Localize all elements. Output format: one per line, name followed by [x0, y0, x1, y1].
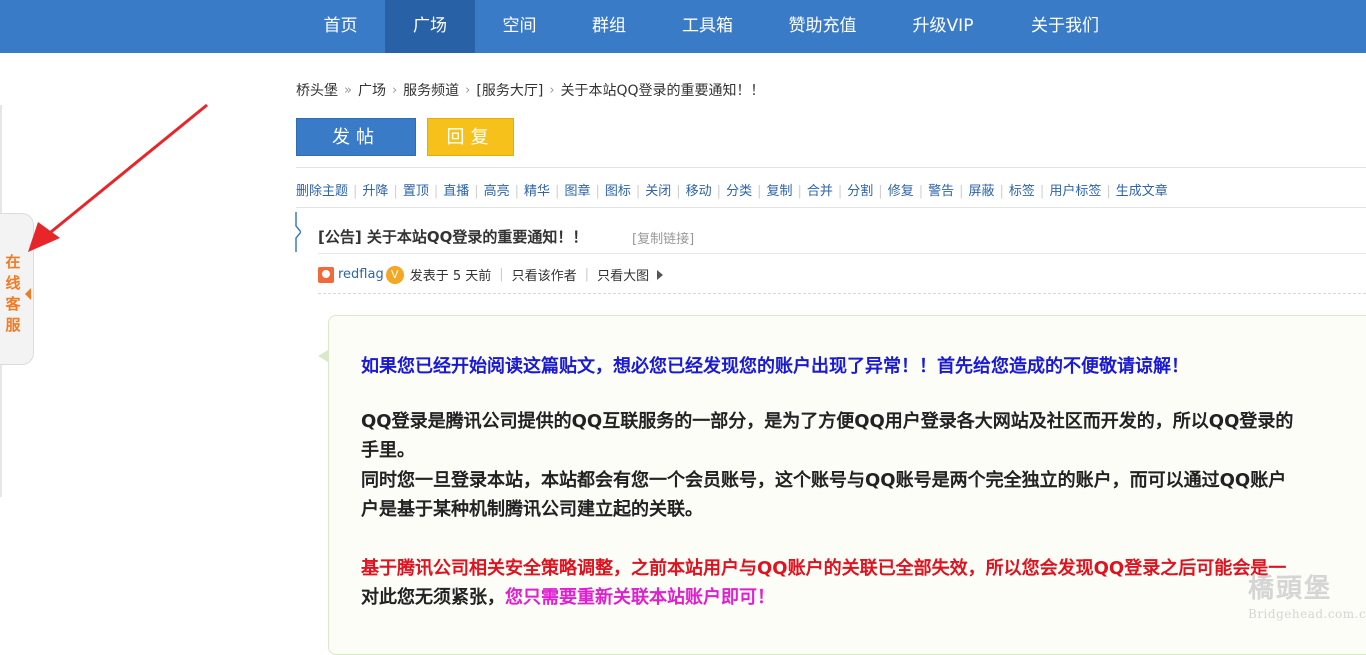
- breadcrumb: 桥头堡 » 广场 › 服务频道 › [服务大厅] › 关于本站QQ登录的重要通知！！: [296, 80, 765, 100]
- post-line-7: 对此您无须紧张，您只需要重新关联本站账户即可！: [361, 583, 775, 609]
- admin-tool-link[interactable]: 关闭: [645, 184, 671, 199]
- admin-tool-link[interactable]: 升降: [362, 184, 388, 199]
- tool-separator: |: [433, 184, 439, 199]
- tool-separator: |: [635, 184, 641, 199]
- breadcrumb-service-channel[interactable]: 服务频道: [403, 80, 459, 100]
- watermark-en: Bridgehead.com.cn: [1248, 607, 1366, 621]
- nav-item-vip[interactable]: 升级VIP: [884, 0, 1002, 53]
- breadcrumb-separator: »: [344, 82, 352, 98]
- nav-item-about[interactable]: 关于我们: [1002, 0, 1128, 53]
- tool-separator: |: [757, 184, 762, 199]
- breadcrumb-separator: ›: [465, 82, 471, 98]
- nav-item-groups[interactable]: 群组: [564, 0, 654, 53]
- watermark-logo: 橋頭堡 Bridgehead.com.cn: [1248, 568, 1366, 621]
- admin-tool-link[interactable]: 图标: [605, 184, 631, 199]
- caret-left-icon: [25, 288, 31, 300]
- red-arrow-icon: [28, 103, 208, 252]
- admin-tool-link[interactable]: 修复: [888, 184, 914, 199]
- post-line-2: QQ登录是腾讯公司提供的QQ互联服务的一部分，是为了方便QQ用户登录各大网站及社…: [361, 411, 1294, 432]
- nav-item-sponsor[interactable]: 赞助充值: [761, 0, 884, 53]
- tool-separator: |: [393, 184, 398, 199]
- admin-tool-link[interactable]: 标签: [1009, 184, 1035, 199]
- breadcrumb-square[interactable]: 广场: [358, 80, 386, 100]
- user-avatar-icon: [318, 266, 334, 283]
- divider: [296, 207, 1366, 208]
- admin-tool-link[interactable]: 删除主题: [296, 184, 348, 199]
- admin-tool-link[interactable]: 警告: [928, 184, 954, 199]
- tool-separator: |: [676, 184, 681, 199]
- post-line-4: 同时您一旦登录本站，本站都会有您一个会员账号，这个账号与QQ账号是两个完全独立的…: [361, 470, 1287, 491]
- tool-separator: |: [716, 184, 722, 199]
- nav-item-home[interactable]: 首页: [296, 0, 385, 53]
- vip-badge-icon: V: [385, 265, 404, 284]
- tool-separator: |: [959, 184, 964, 199]
- breadcrumb-separator: ›: [391, 82, 398, 98]
- dashed-divider: [318, 293, 1366, 294]
- post-line-7-part-2: 您只需要重新关联本站账户即可！: [505, 587, 775, 608]
- only-images-link[interactable]: 只看大图: [597, 265, 649, 284]
- nav-item-space[interactable]: 空间: [475, 0, 564, 53]
- title-marker-icon: [295, 212, 301, 252]
- tool-separator: |: [514, 184, 520, 199]
- admin-tool-link[interactable]: 分割: [847, 184, 873, 199]
- admin-tool-link[interactable]: 图章: [564, 184, 590, 199]
- admin-tool-link[interactable]: 生成文章: [1116, 184, 1168, 199]
- breadcrumb-current: 关于本站QQ登录的重要通知！！: [560, 83, 765, 99]
- admin-tools-bar: 删除主题 | 升降 | 置顶 | 直播 | 高亮 | 精华 | 图章 | 图标 | 关闭 | 移动 | 分类 | 复制 | 合并…: [296, 180, 1168, 199]
- post-line-5: 户是基于某种机制腾讯公司建立起的关联。: [361, 499, 703, 520]
- bubble-tail: [318, 350, 328, 362]
- admin-tool-link[interactable]: 复制: [766, 184, 792, 199]
- new-post-button[interactable]: 发帖: [296, 118, 416, 156]
- admin-tool-link[interactable]: 直播: [443, 184, 469, 199]
- admin-tool-link[interactable]: 分类: [726, 184, 752, 199]
- admin-tool-link[interactable]: 置顶: [403, 184, 429, 199]
- breadcrumb-separator: ›: [549, 82, 555, 98]
- tool-separator: |: [1106, 184, 1111, 199]
- tool-separator: |: [999, 184, 1004, 199]
- divider: [318, 253, 1366, 254]
- only-author-link[interactable]: 只看该作者: [512, 265, 577, 284]
- play-caret-icon[interactable]: [657, 269, 664, 280]
- post-line-3: 手里。: [361, 440, 415, 461]
- admin-tool-link[interactable]: 精华: [524, 184, 550, 199]
- admin-tool-link[interactable]: 屏蔽: [969, 184, 995, 199]
- tool-separator: |: [878, 184, 883, 199]
- reply-button[interactable]: 回复: [427, 118, 514, 156]
- breadcrumb-service-hall[interactable]: [服务大厅]: [476, 80, 543, 100]
- author-name-link[interactable]: redflag: [338, 267, 384, 282]
- post-time: 发表于 5 天前: [409, 269, 492, 284]
- post-line-7-part-1: 对此您无须紧张，: [361, 587, 505, 608]
- watermark-cn: 橋頭堡: [1248, 574, 1333, 604]
- admin-tool-link[interactable]: 合并: [807, 184, 833, 199]
- post-line-6: 基于腾讯公司相关安全策略调整，之前本站用户与QQ账户的关联已全部失效，所以您会发…: [361, 558, 1287, 579]
- tool-separator: |: [797, 184, 802, 199]
- tool-separator: |: [1039, 184, 1045, 199]
- tool-separator: |: [595, 184, 600, 199]
- separator: |: [499, 267, 504, 282]
- tool-separator: |: [353, 184, 358, 199]
- copy-link-button[interactable]: [复制链接]: [632, 228, 694, 247]
- admin-tool-link[interactable]: 移动: [686, 184, 712, 199]
- divider: [296, 167, 1366, 168]
- tool-separator: |: [837, 184, 843, 199]
- breadcrumb-home[interactable]: 桥头堡: [296, 80, 338, 100]
- post-author-row: redflag V 发表于 5 天前 | 只看该作者 | 只看大图: [318, 265, 664, 287]
- admin-tool-link[interactable]: 高亮: [484, 184, 510, 199]
- separator: |: [584, 267, 590, 282]
- admin-tool-link[interactable]: 用户标签: [1049, 184, 1101, 199]
- nav-item-square[interactable]: 广场: [385, 0, 475, 53]
- nav-item-toolbox[interactable]: 工具箱: [654, 0, 761, 53]
- tool-separator: |: [474, 184, 479, 199]
- thread-title: [公告] 关于本站QQ登录的重要通知！！: [318, 228, 588, 246]
- tool-separator: |: [555, 184, 560, 199]
- tool-separator: |: [918, 184, 924, 199]
- post-line-1: 如果您已经开始阅读这篇贴文，想必您已经发现您的账户出现了异常！！首先给您造成的不…: [361, 356, 1189, 377]
